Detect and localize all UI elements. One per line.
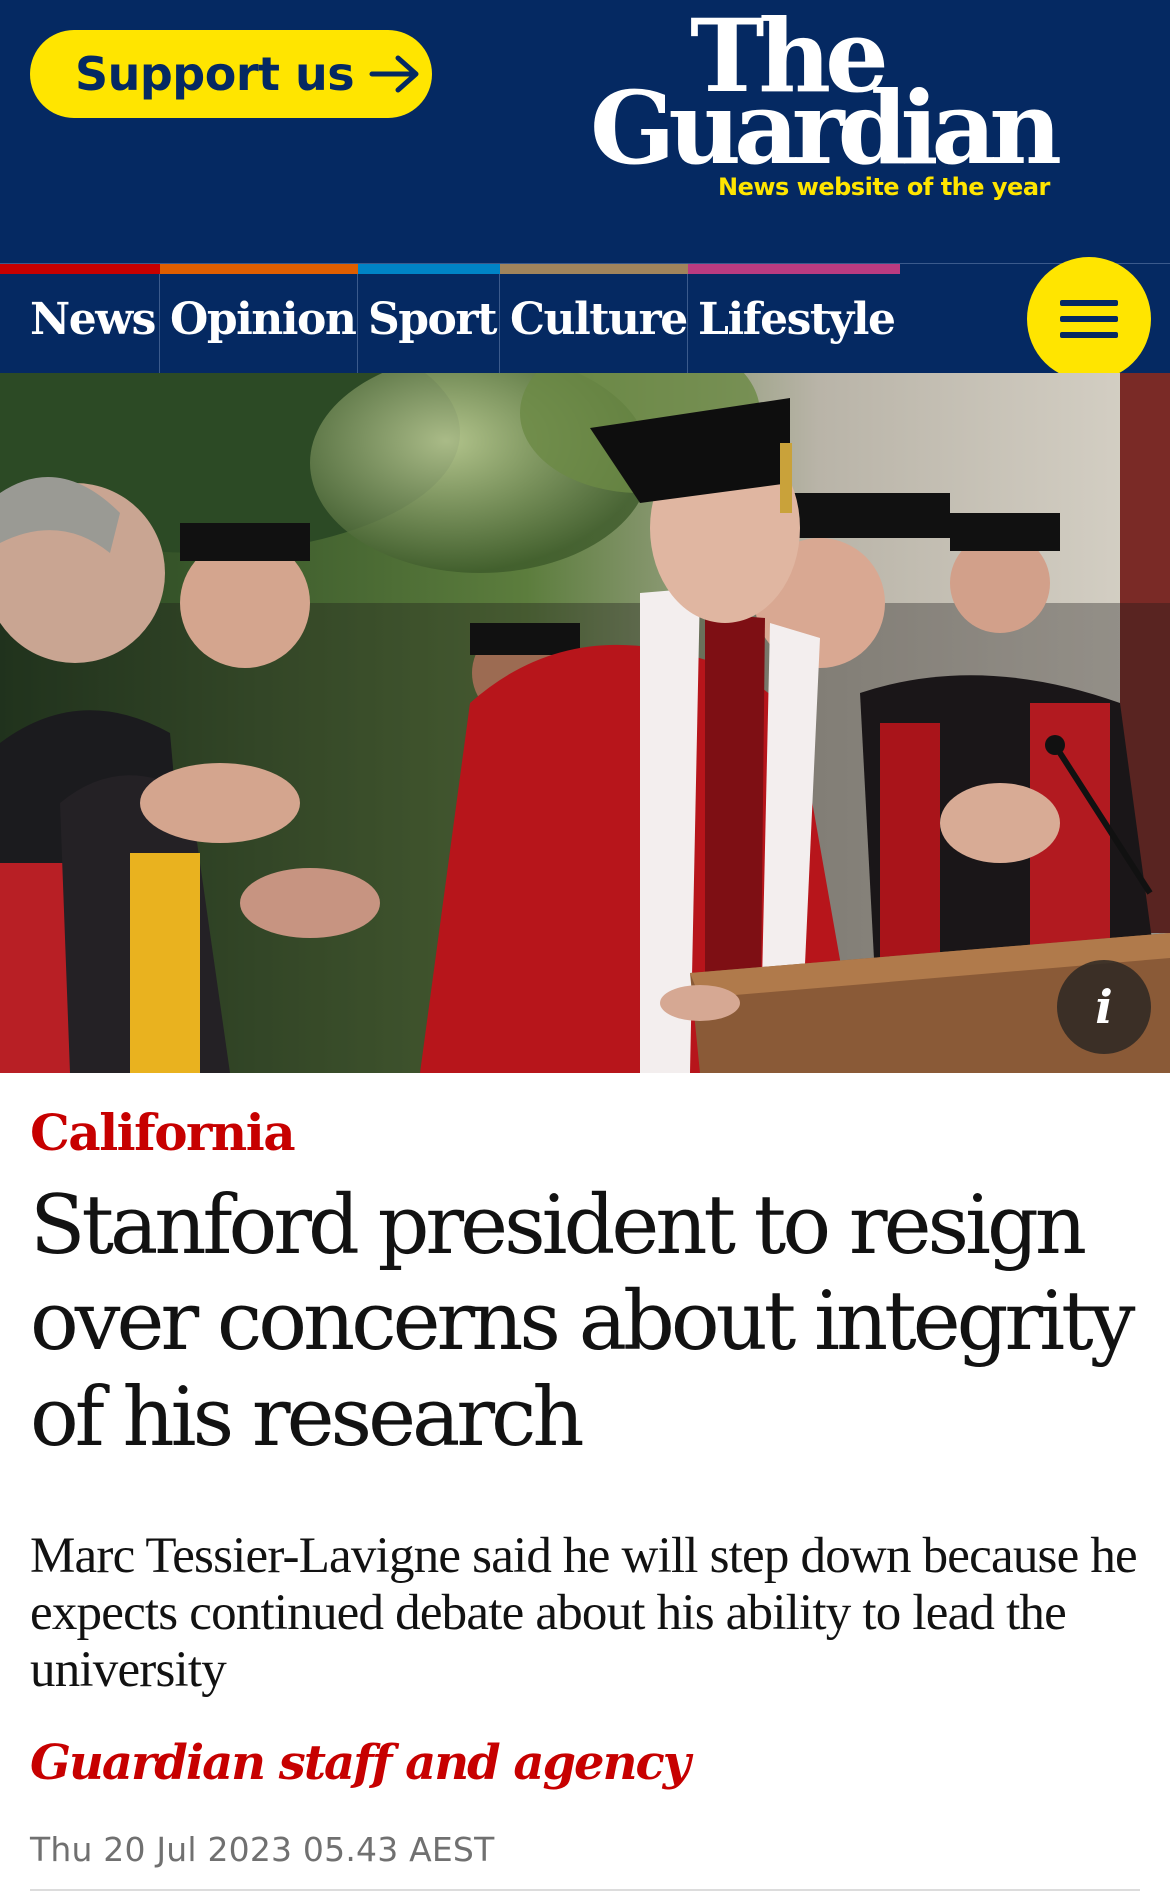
image-info-button[interactable]: i <box>1057 960 1151 1054</box>
nav-item-label: Opinion <box>170 293 357 345</box>
article-headline: Stanford president to resign over concer… <box>30 1179 1135 1465</box>
divider <box>30 1889 1140 1891</box>
nav-item-sport[interactable]: Sport <box>358 264 500 374</box>
nav-item-opinion[interactable]: Opinion <box>160 264 358 374</box>
support-us-button[interactable]: Support us <box>30 30 432 118</box>
nav-item-label: News <box>30 293 156 345</box>
support-us-label: Support us <box>75 47 355 101</box>
hamburger-icon-line <box>1060 300 1118 306</box>
hamburger-icon-line <box>1060 332 1118 338</box>
hero-image <box>0 373 1170 1073</box>
logo-tagline: News website of the year <box>718 173 1050 201</box>
guardian-logo[interactable]: The Guardian News website of the year <box>590 6 1110 206</box>
info-icon: i <box>1095 980 1113 1034</box>
nav-item-label: Sport <box>368 293 497 345</box>
nav-pillar-bar <box>358 264 500 274</box>
nav-item-label: Culture <box>510 293 688 345</box>
hero-photo <box>0 373 1170 1073</box>
arrow-right-icon <box>369 55 419 93</box>
article-byline[interactable]: Guardian staff and agency <box>30 1735 691 1791</box>
nav-item-label: Lifestyle <box>698 293 896 345</box>
masthead: Support us The Guardian News website of … <box>0 0 1170 263</box>
nav-item-lifestyle[interactable]: Lifestyle <box>688 264 900 374</box>
nav-item-culture[interactable]: Culture <box>500 264 688 374</box>
article-dateline[interactable]: Thu 20 Jul 2023 05.43 AEST <box>30 1830 494 1869</box>
nav-pillar-bar <box>0 264 160 274</box>
menu-button[interactable] <box>1027 257 1151 381</box>
section-kicker[interactable]: California <box>30 1103 296 1162</box>
nav-pillar-bar <box>160 264 358 274</box>
primary-nav: News Opinion Sport Culture Lifestyle <box>0 263 1170 374</box>
logo-guardian: Guardian <box>590 69 1062 187</box>
article-standfirst: Marc Tessier-Lavigne said he will step d… <box>30 1528 1138 1698</box>
nav-pillar-bar <box>500 264 688 274</box>
nav-item-news[interactable]: News <box>0 264 160 374</box>
nav-pillar-bar <box>688 264 900 274</box>
hamburger-icon-line <box>1060 316 1118 322</box>
